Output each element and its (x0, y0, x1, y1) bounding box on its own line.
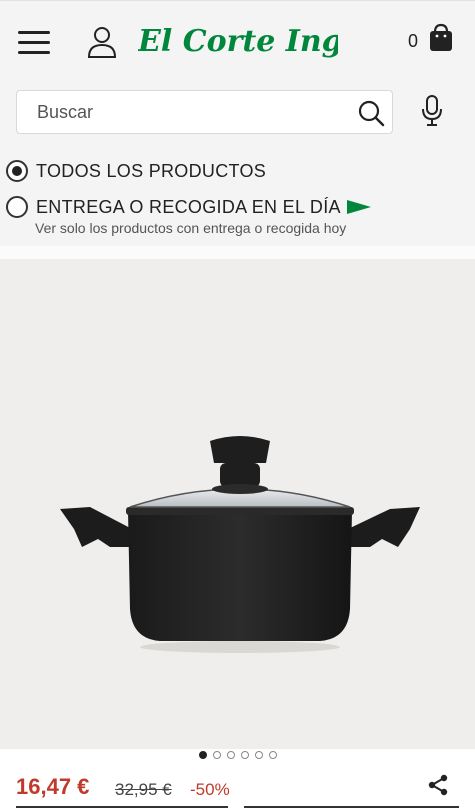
microphone-icon[interactable] (420, 94, 444, 128)
filter-label: ENTREGA O RECOGIDA EN EL DÍA (36, 196, 341, 217)
menu-icon[interactable] (18, 31, 50, 55)
svg-text:El Corte Inglés: El Corte Inglés (138, 24, 338, 59)
divider (0, 246, 475, 259)
discount-badge: -50% (190, 780, 230, 799)
search-box[interactable] (16, 90, 393, 134)
filter-label: TODOS LOS PRODUCTOS (36, 160, 267, 181)
gallery-dot[interactable] (212, 751, 221, 759)
original-price: 32,95 € (115, 780, 172, 799)
user-icon[interactable] (86, 25, 118, 59)
radio-checked-icon[interactable] (6, 160, 28, 182)
filter-sublabel: Ver solo los productos con entrega o rec… (35, 220, 347, 236)
radio-unchecked-icon[interactable] (6, 196, 28, 218)
brand-logo[interactable]: El Corte Inglés (138, 15, 338, 69)
gallery-dot[interactable] (254, 751, 263, 759)
filter-all-products[interactable]: TODOS LOS PRODUCTOS (6, 160, 266, 182)
gallery-dot[interactable] (226, 751, 235, 759)
search-icon[interactable] (357, 99, 385, 127)
current-price: 16,47 € (16, 774, 90, 799)
price-bar: 16,47 € 32,95 € -50% (0, 760, 475, 808)
delivery-filters: TODOS LOS PRODUCTOS ENTREGA O RECOGIDA E… (0, 150, 475, 246)
cooking-pot-image (60, 436, 420, 653)
search-input[interactable] (37, 91, 347, 133)
gallery-dot[interactable] (198, 751, 207, 759)
gallery-dot[interactable] (240, 751, 249, 759)
shopping-bag-icon[interactable] (428, 23, 454, 53)
product-image[interactable] (0, 259, 475, 749)
gallery-dot[interactable] (268, 751, 277, 759)
search-bar (0, 80, 475, 150)
flag-icon (346, 200, 371, 214)
share-icon[interactable] (427, 774, 449, 796)
filter-same-day[interactable]: ENTREGA O RECOGIDA EN EL DÍA (6, 196, 371, 218)
header: El Corte Inglés 0 (0, 0, 475, 80)
cart-count: 0 (408, 31, 419, 51)
